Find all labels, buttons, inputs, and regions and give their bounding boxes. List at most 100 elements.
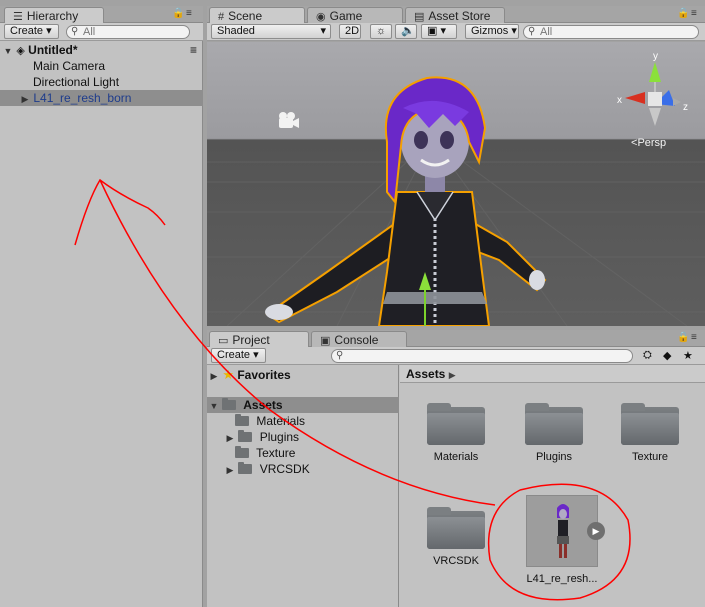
tab-project[interactable]: ▭ Project: [209, 331, 309, 348]
project-tabstrip: ▭ Project ▣ Console 🔒 ≡: [207, 330, 705, 348]
hash-icon: #: [218, 11, 225, 23]
scene-render: y x z <Persp: [207, 51, 705, 326]
dropdown-arrow-icon: ▾: [440, 25, 446, 37]
tab-scene[interactable]: # Scene: [209, 7, 305, 24]
tree-item-materials[interactable]: Materials: [207, 413, 399, 429]
orientation-gizmo[interactable]: y x z <Persp: [617, 51, 688, 149]
toggle-2d-button[interactable]: 2D: [339, 24, 361, 39]
speaker-icon: 🔈: [401, 25, 415, 37]
tab-asset-store[interactable]: ▤ Asset Store: [405, 7, 505, 23]
folder-icon: [238, 430, 253, 442]
panel-menu-icon[interactable]: ≡: [691, 332, 697, 343]
filter-type-icon[interactable]: ⛭: [643, 349, 652, 362]
project-search-input[interactable]: ⚲: [331, 349, 633, 363]
scene-viewport[interactable]: y x z <Persp: [207, 42, 705, 326]
search-icon: ⚲: [71, 26, 79, 37]
breadcrumb-arrow-icon: ▶: [448, 370, 456, 380]
tab-hierarchy[interactable]: ☰ Hierarchy: [4, 7, 104, 24]
panel-menu-icon[interactable]: ≡: [186, 8, 192, 19]
scene-menu-icon[interactable]: ≡: [190, 42, 197, 58]
project-asset-grid: Assets ▶ Materials Plugins Texture VRCSD…: [400, 365, 705, 607]
sun-icon: ☼: [376, 25, 387, 37]
asset-folder-plugins[interactable]: Plugins: [512, 403, 596, 463]
hierarchy-tabstrip: ☰ Hierarchy 🔒 ≡: [0, 6, 203, 24]
dropdown-arrow-icon: ▾: [46, 25, 52, 37]
scene-toolbar: Shaded ▾ 2D ☼ 🔈 ▣ ▾ Gizmos ▾ ⚲ All: [207, 23, 705, 41]
filter-label-icon[interactable]: ◆: [663, 349, 671, 362]
expand-arrow-icon[interactable]: ▼: [209, 398, 219, 414]
project-folder-tree: ▶ ★ Favorites ▼ Assets Materials ▶ Plugi…: [207, 365, 399, 607]
gizmo-axis-x: x: [617, 95, 622, 106]
folder-icon: [235, 446, 249, 458]
tab-console[interactable]: ▣ Console: [311, 331, 407, 347]
search-icon: ⚲: [336, 350, 344, 361]
image-icon: ▣: [427, 25, 438, 37]
projection-label[interactable]: <Persp: [631, 137, 666, 149]
breadcrumb-assets[interactable]: Assets: [406, 367, 445, 381]
tree-item-favorites[interactable]: ▶ ★ Favorites: [207, 367, 399, 383]
folder-icon: ▭: [218, 335, 229, 347]
character-model[interactable]: [265, 76, 547, 326]
hierarchy-item-main-camera[interactable]: Main Camera: [0, 58, 203, 74]
expand-arrow-icon[interactable]: ▼: [3, 43, 13, 59]
game-icon: ◉: [316, 11, 326, 23]
lock-icon[interactable]: 🔒: [172, 8, 184, 19]
folder-icon: [525, 403, 583, 445]
panel-menu-icon[interactable]: ≡: [691, 8, 697, 19]
tree-item-assets[interactable]: ▼ Assets: [207, 397, 399, 413]
camera-gizmo-icon[interactable]: [279, 112, 299, 128]
expand-arrow-icon[interactable]: ▶: [225, 430, 235, 446]
favorite-star-icon[interactable]: ★: [683, 349, 693, 362]
asset-folder-texture[interactable]: Texture: [608, 403, 692, 463]
console-icon: ▣: [320, 335, 331, 347]
dropdown-arrow-icon: ▾: [320, 25, 326, 37]
dropdown-arrow-icon: ▾: [253, 349, 259, 361]
scene-root-row[interactable]: ▼ ◈ Untitled* ≡: [0, 42, 203, 58]
scene-search-input[interactable]: ⚲ All: [523, 25, 699, 39]
expand-arrow-icon[interactable]: ▶: [20, 91, 30, 107]
store-icon: ▤: [414, 11, 425, 23]
hierarchy-item-model[interactable]: ▶ L41_re_resh_born: [0, 90, 203, 106]
project-create-button[interactable]: Create ▾: [211, 348, 266, 363]
shading-mode-dropdown[interactable]: Shaded ▾: [211, 24, 331, 39]
hierarchy-panel: ☰ Hierarchy 🔒 ≡ Create ▾ ⚲ All ▼ ◈ Untitle…: [0, 6, 203, 607]
star-icon: ★: [222, 367, 234, 382]
expand-arrow-icon[interactable]: ▶: [209, 368, 219, 384]
tab-game[interactable]: ◉ Game: [307, 7, 403, 23]
folder-icon: [427, 507, 485, 549]
folder-icon: [222, 398, 237, 410]
asset-model-prefab[interactable]: ▶ L41_re_resh...: [520, 495, 605, 585]
gizmo-axis-y: y: [653, 51, 658, 62]
unity-scene-icon: ◈: [16, 45, 25, 57]
folder-icon: [621, 403, 679, 445]
asset-folder-vrcsdk[interactable]: VRCSDK: [414, 507, 498, 567]
folder-icon: [427, 403, 485, 445]
project-panel: ▭ Project ▣ Console 🔒 ≡ Create ▾ ⚲ ⛭ ◆ ★ ▶…: [207, 330, 705, 607]
model-thumbnail: ▶: [526, 495, 605, 567]
scene-tabstrip: # Scene ◉ Game ▤ Asset Store 🔒 ≡: [207, 6, 705, 24]
project-toolbar: Create ▾ ⚲ ⛭ ◆ ★: [207, 347, 705, 365]
effects-toggle-button[interactable]: ▣ ▾: [421, 24, 457, 39]
gizmo-axis-z: z: [683, 102, 688, 113]
hierarchy-item-directional-light[interactable]: Directional Light: [0, 74, 203, 90]
lighting-toggle-button[interactable]: ☼: [370, 24, 392, 39]
hierarchy-toolbar: Create ▾ ⚲ All: [0, 23, 203, 41]
create-button[interactable]: Create ▾: [4, 24, 59, 39]
scene-panel: # Scene ◉ Game ▤ Asset Store 🔒 ≡ Shaded ▾ 2…: [207, 6, 705, 328]
dropdown-arrow-icon: ▾: [511, 25, 517, 37]
search-icon: ⚲: [528, 26, 536, 37]
expand-play-icon[interactable]: ▶: [587, 522, 605, 540]
asset-folder-materials[interactable]: Materials: [414, 403, 498, 463]
tree-item-plugins[interactable]: ▶ Plugins: [207, 429, 399, 445]
tree-item-vrcsdk[interactable]: ▶ VRCSDK: [207, 461, 399, 477]
expand-arrow-icon[interactable]: ▶: [225, 462, 235, 478]
lock-icon[interactable]: 🔒: [677, 332, 689, 343]
breadcrumb: Assets ▶: [400, 365, 705, 383]
list-icon: ☰: [13, 11, 23, 23]
gizmos-dropdown[interactable]: Gizmos ▾: [465, 24, 519, 39]
hierarchy-search-input[interactable]: ⚲ All: [66, 25, 190, 39]
lock-icon[interactable]: 🔒: [677, 8, 689, 19]
folder-icon: [238, 462, 253, 474]
audio-toggle-button[interactable]: 🔈: [395, 24, 417, 39]
tree-item-texture[interactable]: Texture: [207, 445, 399, 461]
